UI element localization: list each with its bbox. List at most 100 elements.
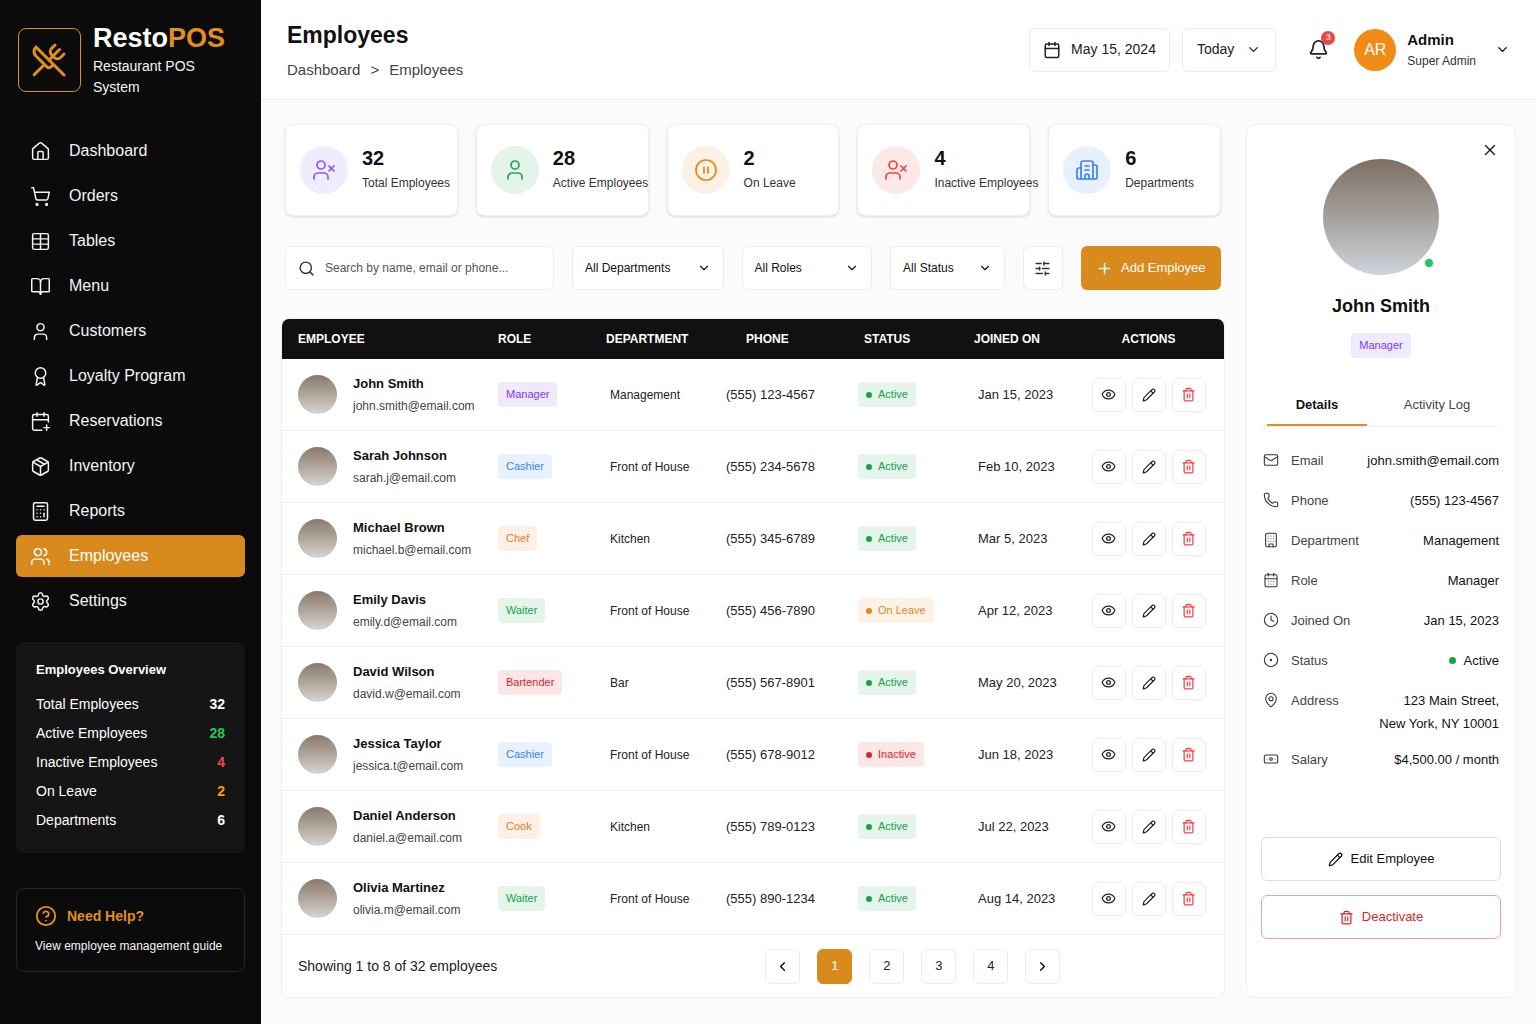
- employee-email: david.w@email.com: [353, 685, 461, 703]
- page-button[interactable]: 3: [921, 949, 956, 984]
- chevron-down-icon: [697, 261, 711, 275]
- department-cell: Front of House: [602, 458, 726, 476]
- sidebar-item[interactable]: Orders: [16, 175, 245, 217]
- view-button[interactable]: [1092, 738, 1126, 772]
- field-icon: [1263, 532, 1279, 548]
- edit-button[interactable]: [1132, 450, 1166, 484]
- field-icon: [1263, 692, 1279, 708]
- table-row[interactable]: John Smithjohn.smith@email.comManagerMan…: [282, 359, 1224, 431]
- help-icon: [35, 905, 57, 927]
- status-tag: Active: [858, 382, 916, 407]
- status-dot: [866, 752, 872, 758]
- stat-icon-circle: [491, 146, 539, 194]
- filter-dropdown[interactable]: All Roles: [742, 246, 873, 290]
- prev-page-button[interactable]: [765, 949, 800, 984]
- delete-button[interactable]: [1172, 882, 1206, 916]
- sidebar-item[interactable]: Dashboard: [16, 130, 245, 172]
- table-row[interactable]: Emily Davisemily.d@email.comWaiterFront …: [282, 575, 1224, 647]
- profile-photo: [1323, 159, 1439, 275]
- detail-tab[interactable]: Details: [1267, 386, 1367, 426]
- delete-button[interactable]: [1172, 666, 1206, 700]
- brand[interactable]: RestoPOSRestaurant POS System: [16, 22, 245, 98]
- edit-button[interactable]: [1132, 738, 1166, 772]
- delete-button[interactable]: [1172, 450, 1206, 484]
- trash-icon: [1181, 459, 1196, 474]
- pencil-icon: [1328, 852, 1343, 867]
- joined-cell: May 20, 2023: [974, 673, 1089, 693]
- page-button[interactable]: 4: [973, 949, 1008, 984]
- table-row[interactable]: Sarah Johnsonsarah.j@email.comCashierFro…: [282, 431, 1224, 503]
- breadcrumb-link[interactable]: Dashboard: [287, 59, 360, 82]
- filter-dropdown[interactable]: All Status: [890, 246, 1005, 290]
- delete-button[interactable]: [1172, 378, 1206, 412]
- employee-name: Emily Davis: [353, 590, 457, 610]
- search-field[interactable]: Search by name, email or phone...: [285, 246, 554, 290]
- filter-dropdown[interactable]: All Departments: [572, 246, 723, 290]
- field-icon: [1263, 751, 1279, 767]
- user-name: Admin: [1407, 29, 1476, 52]
- user-menu[interactable]: ARAdminSuper Admin: [1354, 29, 1510, 71]
- phone-cell: (555) 123-4567: [726, 385, 858, 405]
- sidebar-item[interactable]: Reports: [16, 490, 245, 532]
- status-dot: [866, 608, 872, 614]
- filter-settings-button[interactable]: [1023, 246, 1063, 290]
- range-select[interactable]: Today: [1182, 28, 1276, 72]
- employee-avatar: [298, 807, 337, 846]
- view-button[interactable]: [1092, 810, 1126, 844]
- sidebar-item[interactable]: Menu: [16, 265, 245, 307]
- page-button[interactable]: 1: [817, 949, 852, 984]
- close-button[interactable]: [1479, 139, 1501, 161]
- view-button[interactable]: [1092, 378, 1126, 412]
- sidebar-item[interactable]: Inventory: [16, 445, 245, 487]
- edit-button[interactable]: [1132, 882, 1166, 916]
- detail-tab[interactable]: Activity Log: [1387, 386, 1487, 426]
- table-row[interactable]: Jessica Taylorjessica.t@email.comCashier…: [282, 719, 1224, 791]
- delete-button[interactable]: [1172, 594, 1206, 628]
- stat-icon: [884, 158, 908, 182]
- sidebar-item[interactable]: Reservations: [16, 400, 245, 442]
- view-button[interactable]: [1092, 594, 1126, 628]
- delete-button[interactable]: [1172, 810, 1206, 844]
- employee-avatar: [298, 879, 337, 918]
- chevron-down-icon: [1246, 42, 1261, 57]
- edit-button[interactable]: [1132, 810, 1166, 844]
- table-row[interactable]: Daniel Andersondaniel.a@email.comCookKit…: [282, 791, 1224, 863]
- joined-cell: Mar 5, 2023: [974, 529, 1089, 549]
- table-row[interactable]: Olivia Martinezolivia.m@email.comWaiterF…: [282, 863, 1224, 935]
- next-page-button[interactable]: [1025, 949, 1060, 984]
- detail-field: Emailjohn.smith@email.com: [1263, 449, 1499, 489]
- notifications-button[interactable]: 3: [1304, 36, 1332, 64]
- table-row[interactable]: Michael Brownmichael.b@email.comChefKitc…: [282, 503, 1224, 575]
- sidebar-item[interactable]: Customers: [16, 310, 245, 352]
- add-employee-button[interactable]: Add Employee: [1081, 246, 1221, 290]
- edit-button[interactable]: [1132, 594, 1166, 628]
- column-header: JOINED ON: [974, 330, 1089, 348]
- delete-button[interactable]: [1172, 738, 1206, 772]
- delete-button[interactable]: [1172, 522, 1206, 556]
- edit-button[interactable]: [1132, 522, 1166, 556]
- view-button[interactable]: [1092, 450, 1126, 484]
- field-label: Salary: [1291, 750, 1328, 770]
- edit-employee-button[interactable]: Edit Employee: [1261, 837, 1501, 881]
- detail-field: Joined OnJan 15, 2023: [1263, 609, 1499, 649]
- deactivate-button[interactable]: Deactivate: [1261, 895, 1501, 939]
- online-dot: [1423, 257, 1435, 269]
- date-picker[interactable]: May 15, 2024: [1029, 28, 1170, 72]
- sidebar-item[interactable]: Loyalty Program: [16, 355, 245, 397]
- sidebar-item[interactable]: Employees: [16, 535, 245, 577]
- field-label: Department: [1291, 531, 1359, 551]
- role-tag: Waiter: [498, 886, 545, 911]
- table-row[interactable]: David Wilsondavid.w@email.comBartenderBa…: [282, 647, 1224, 719]
- edit-button[interactable]: [1132, 378, 1166, 412]
- sidebar-item[interactable]: Settings: [16, 580, 245, 622]
- edit-button[interactable]: [1132, 666, 1166, 700]
- chevron-left-icon: [775, 959, 790, 974]
- view-button[interactable]: [1092, 522, 1126, 556]
- joined-cell: Aug 14, 2023: [974, 889, 1089, 909]
- help-title: Need Help?: [67, 906, 144, 927]
- view-button[interactable]: [1092, 666, 1126, 700]
- view-button[interactable]: [1092, 882, 1126, 916]
- sidebar-item[interactable]: Tables: [16, 220, 245, 262]
- help-card[interactable]: Need Help?View employee management guide: [16, 888, 245, 972]
- page-button[interactable]: 2: [869, 949, 904, 984]
